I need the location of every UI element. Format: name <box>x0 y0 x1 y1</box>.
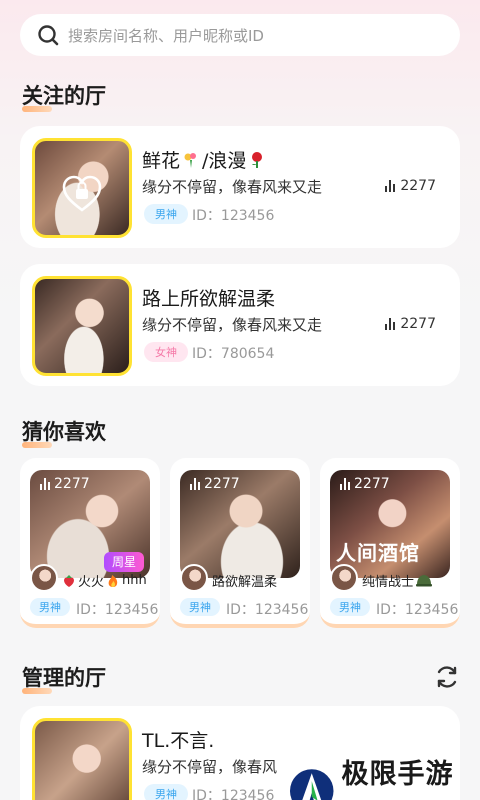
room-cover-image <box>32 138 132 238</box>
helmet-icon <box>416 574 433 586</box>
rose-icon <box>252 151 263 168</box>
search-bar[interactable]: 搜索房间名称、用户昵称或ID <box>20 14 460 56</box>
watermark: 极限手游网 <box>288 752 480 800</box>
room-cover-image <box>32 718 132 800</box>
followed-room-card[interactable]: 路上所欲解温柔 缘分不停留，像春风来又走 2277 女神 ID：780654 <box>20 264 460 386</box>
room-popularity: 2277 <box>190 476 240 492</box>
room-cover-image <box>32 276 132 376</box>
weekly-star-tag: 周星 <box>103 552 144 572</box>
search-input[interactable]: 搜索房间名称、用户昵称或ID <box>68 25 264 46</box>
room-id: ID：780654 <box>192 346 275 362</box>
avatar <box>330 564 358 592</box>
room-subtitle: 缘分不停留，像春风来又走 <box>142 178 323 196</box>
room-title: 鲜花 /浪漫 <box>142 146 266 173</box>
popularity-icon <box>385 180 396 192</box>
room-title: TL.不言. <box>142 730 215 752</box>
room-popularity: 2277 <box>340 476 390 492</box>
cover-overlay-title: 人间酒馆 <box>336 541 420 565</box>
section-title-guess: 猜你喜欢 <box>22 416 106 448</box>
strawberry-icon <box>64 574 74 587</box>
guess-room-card[interactable]: 2277 周星 火火 hhh 男神 ID：123456 <box>20 458 160 628</box>
room-id: ID：123456 <box>192 208 275 224</box>
lock-icon <box>62 175 102 212</box>
room-cover-image: 2277 周星 <box>30 470 150 578</box>
search-icon <box>36 23 60 47</box>
room-owner-name: 路欲解温柔 <box>212 575 278 590</box>
popularity-icon <box>385 318 396 330</box>
room-id: ID：123456 <box>76 602 159 618</box>
room-popularity: 2277 <box>385 178 436 194</box>
fire-icon <box>108 574 118 587</box>
popularity-icon <box>190 478 200 490</box>
avatar <box>30 564 58 592</box>
followed-room-card[interactable]: 鲜花 /浪漫 缘分不停留，像春风来又走 2277 男神 ID：123456 <box>20 126 460 248</box>
watermark-text: 极限手游网 <box>341 759 454 800</box>
refresh-icon[interactable] <box>434 664 460 690</box>
bouquet-icon <box>184 152 197 168</box>
gender-badge: 男神 <box>30 598 70 616</box>
room-cover-image: 2277 人间酒馆 <box>330 470 450 578</box>
avatar <box>180 564 208 592</box>
room-popularity: 2277 <box>385 316 436 332</box>
popularity-icon <box>40 478 50 490</box>
room-subtitle: 缘分不停留，像春风来又走 <box>142 316 323 334</box>
section-title-managed: 管理的厅 <box>22 662 106 694</box>
room-popularity: 2277 <box>40 476 90 492</box>
room-subtitle: 缘分不停留，像春风 <box>142 758 278 776</box>
gender-badge: 男神 <box>144 784 188 800</box>
gender-badge: 女神 <box>144 342 188 362</box>
gender-badge: 男神 <box>180 598 220 616</box>
room-cover-image: 2277 <box>180 470 300 578</box>
gender-badge: 男神 <box>144 204 188 224</box>
guess-room-card[interactable]: 2277 人间酒馆 纯情战士 男神 ID：123456 <box>320 458 460 628</box>
room-owner-name: 纯情战士 <box>362 571 433 590</box>
room-id: ID：123456 <box>192 788 275 800</box>
section-title-followed: 关注的厅 <box>22 80 106 112</box>
watermark-logo-icon <box>289 769 334 800</box>
room-owner-name: 火火 hhh <box>62 571 147 590</box>
gender-badge: 男神 <box>330 598 370 616</box>
room-id: ID：123456 <box>376 602 459 618</box>
room-title: 路上所欲解温柔 <box>142 288 276 310</box>
popularity-icon <box>340 478 350 490</box>
room-id: ID：123456 <box>226 602 309 618</box>
guess-room-card[interactable]: 2277 路欲解温柔 男神 ID：123456 <box>170 458 310 628</box>
